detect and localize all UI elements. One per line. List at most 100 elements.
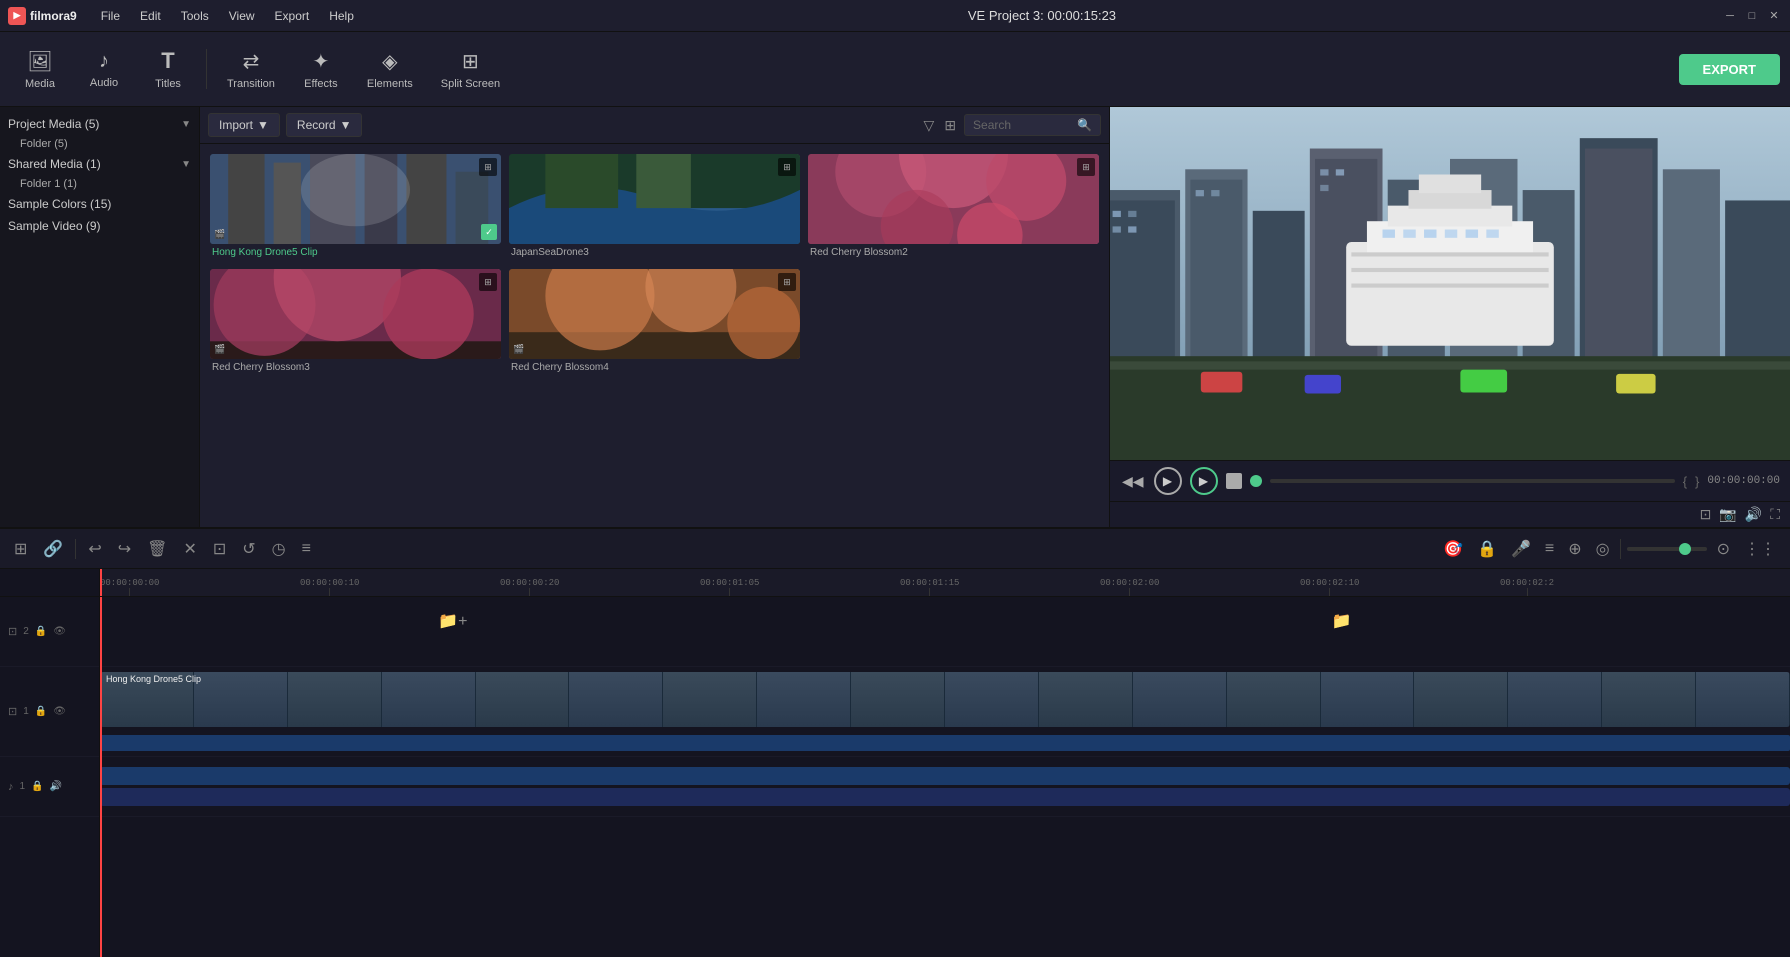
- thumb-bottom-icons-4: 🎬: [513, 344, 524, 355]
- media-thumb-cherry3: ⊞ 🎬: [210, 269, 501, 359]
- audio-clip-1[interactable]: [100, 767, 1790, 785]
- mic-icon[interactable]: 🎤: [1507, 537, 1535, 561]
- filter-icon[interactable]: ▽: [922, 115, 937, 136]
- color-button[interactable]: ◷: [268, 537, 290, 561]
- menu-view[interactable]: View: [221, 7, 263, 25]
- window-minimize-button[interactable]: ─: [1722, 8, 1738, 24]
- toolbar-elements[interactable]: ◈ Elements: [355, 43, 425, 96]
- timeline-toolbar: ⊞ 🔗 ↩ ↪ 🗑 ✕ ⊡ ↺ ◷ ≡ 🎯 🔒 🎤 ≡ ⊕ ◎ ⊙ ⋮⋮: [0, 529, 1790, 569]
- adjust-button[interactable]: ≡: [298, 538, 315, 560]
- sidebar-folder-1[interactable]: Folder 1 (1): [0, 175, 199, 193]
- circle-icon[interactable]: ◎: [1592, 537, 1614, 561]
- search-input[interactable]: [973, 118, 1073, 132]
- track-v2: [100, 597, 1790, 667]
- menu-edit[interactable]: Edit: [132, 7, 169, 25]
- mix-icon[interactable]: ≡: [1541, 538, 1558, 560]
- add-track-icon[interactable]: ⊞: [10, 537, 31, 561]
- grid-view-icon[interactable]: ⊞: [942, 115, 958, 136]
- screen-fit-icon[interactable]: ⊡: [1700, 506, 1712, 523]
- track-lock-v1[interactable]: 🔒: [35, 706, 47, 717]
- snap-icon[interactable]: 🎯: [1439, 537, 1467, 561]
- rotate-button[interactable]: ↺: [238, 537, 259, 561]
- media-toolbar-icons: ▽ ⊞: [922, 115, 959, 136]
- cut-button[interactable]: ✕: [179, 537, 200, 561]
- toolbar-effects[interactable]: ✦ Effects: [291, 43, 351, 96]
- sidebar-folder-5[interactable]: Folder (5): [0, 135, 199, 153]
- lock-icon[interactable]: 🔒: [1473, 537, 1501, 561]
- search-box[interactable]: 🔍: [964, 114, 1101, 136]
- sidebar-sample-video[interactable]: Sample Video (9): [0, 215, 199, 237]
- sidebar-sample-colors[interactable]: Sample Colors (15): [0, 193, 199, 215]
- fullscreen-icon[interactable]: ⛶: [1770, 506, 1780, 523]
- transition-icon: ⇄: [243, 49, 260, 74]
- media-item-cherry3[interactable]: ⊞ 🎬 Red Cherry Blossom3: [210, 269, 501, 376]
- content-area: Project Media (5) ▼ Folder (5) Shared Me…: [0, 107, 1790, 527]
- splitscreen-icon: ⊞: [462, 49, 479, 74]
- grid-overlay-icon-4: ⊞: [479, 273, 497, 291]
- export-button[interactable]: EXPORT: [1679, 54, 1780, 85]
- preview-toolbar: ⊡ 📷 🔊 ⛶: [1110, 501, 1790, 527]
- redo-button[interactable]: ↪: [114, 537, 135, 561]
- sidebar: Project Media (5) ▼ Folder (5) Shared Me…: [0, 107, 200, 527]
- menu-dots-icon[interactable]: ⋮⋮: [1740, 537, 1780, 561]
- window-maximize-button[interactable]: □: [1744, 8, 1760, 24]
- record-chevron-icon: ▼: [340, 118, 352, 132]
- tl-sep-1: [75, 539, 76, 559]
- track-v1[interactable]: Hong Kong Drone5 Clip: [100, 667, 1790, 757]
- import-button[interactable]: Import ▼: [208, 113, 280, 137]
- play-button[interactable]: ▶: [1154, 467, 1182, 495]
- toolbar-splitscreen[interactable]: ⊞ Split Screen: [429, 43, 512, 96]
- play-circle-button[interactable]: ▶: [1190, 467, 1218, 495]
- menu-tools[interactable]: Tools: [173, 7, 217, 25]
- crop-button[interactable]: ⊡: [209, 537, 230, 561]
- snapshot-icon[interactable]: 📷: [1719, 506, 1736, 523]
- toolbar-sep-1: [206, 49, 207, 89]
- record-button[interactable]: Record ▼: [286, 113, 363, 137]
- media-item-name-hk: Hong Kong Drone5 Clip: [210, 244, 501, 261]
- video-track-icon-1: ⊡: [8, 705, 17, 718]
- preview-timeline-bar[interactable]: [1270, 479, 1675, 483]
- delete-button[interactable]: 🗑: [143, 537, 171, 561]
- step-back-button[interactable]: ◀◀: [1120, 471, 1146, 492]
- toolbar-transition[interactable]: ⇄ Transition: [215, 43, 287, 96]
- menu-file[interactable]: File: [93, 7, 128, 25]
- track-eye-v1[interactable]: 👁: [53, 706, 66, 717]
- title-right: ─ □ ✕: [1722, 8, 1782, 24]
- in-point-bracket: {: [1683, 474, 1687, 489]
- media-item-name-japan: JapanSeaDrone3: [509, 244, 800, 261]
- zoom-slider[interactable]: [1627, 547, 1707, 551]
- toolbar-audio[interactable]: ♪ Audio: [74, 44, 134, 95]
- media-item-japan[interactable]: ⊞ JapanSeaDrone3: [509, 154, 800, 261]
- volume-icon[interactable]: 🔊: [1745, 506, 1762, 523]
- audio-clip-2[interactable]: [100, 788, 1790, 806]
- sidebar-project-media[interactable]: Project Media (5) ▼: [0, 113, 199, 135]
- media-item-cherry4[interactable]: ⊞ 🎬 Red Cherry Blossom4: [509, 269, 800, 376]
- ruler-mark-2: 00:00:00:20: [500, 578, 559, 596]
- media-toolbar: Import ▼ Record ▼ ▽ ⊞ 🔍: [200, 107, 1109, 144]
- menu-export[interactable]: Export: [267, 7, 318, 25]
- window-close-button[interactable]: ✕: [1766, 8, 1782, 24]
- ruler-mark-1: 00:00:00:10: [300, 578, 359, 596]
- ruler-spacer: [0, 569, 99, 597]
- track-eye-a1[interactable]: 🔊: [50, 781, 62, 792]
- video-clip-hk[interactable]: Hong Kong Drone5 Clip: [100, 672, 1790, 727]
- media-item-hk[interactable]: ⊞ ✓ 🎬 Hong Kong Drone5 Clip: [210, 154, 501, 261]
- toolbar-media[interactable]: 🖼 Media: [10, 43, 70, 96]
- title-center: VE Project 3: 00:00:15:23: [968, 8, 1116, 23]
- media-item-cherry2[interactable]: ⊞ Red Cherry Blossom2: [808, 154, 1099, 261]
- stop-button[interactable]: [1226, 473, 1242, 489]
- ruler-mark-4: 00:00:01:15: [900, 578, 959, 596]
- undo-button[interactable]: ↩: [84, 537, 105, 561]
- media-grid: ⊞ ✓ 🎬 Hong Kong Drone5 Clip: [200, 144, 1109, 527]
- tl-sep-2: [1620, 539, 1621, 559]
- thumb-bottom-icons: 🎬: [214, 229, 225, 240]
- menu-help[interactable]: Help: [321, 7, 362, 25]
- add-icon[interactable]: ⊕: [1564, 537, 1585, 561]
- sidebar-shared-media[interactable]: Shared Media (1) ▼: [0, 153, 199, 175]
- toolbar-titles[interactable]: T Titles: [138, 42, 198, 96]
- zoom-fit-icon[interactable]: ⊙: [1713, 537, 1734, 561]
- app-logo: ▶ filmora9: [8, 7, 77, 25]
- grid-overlay-icon-5: ⊞: [778, 273, 796, 291]
- link-icon[interactable]: 🔗: [39, 537, 67, 561]
- track-lock-a1[interactable]: 🔒: [31, 781, 43, 792]
